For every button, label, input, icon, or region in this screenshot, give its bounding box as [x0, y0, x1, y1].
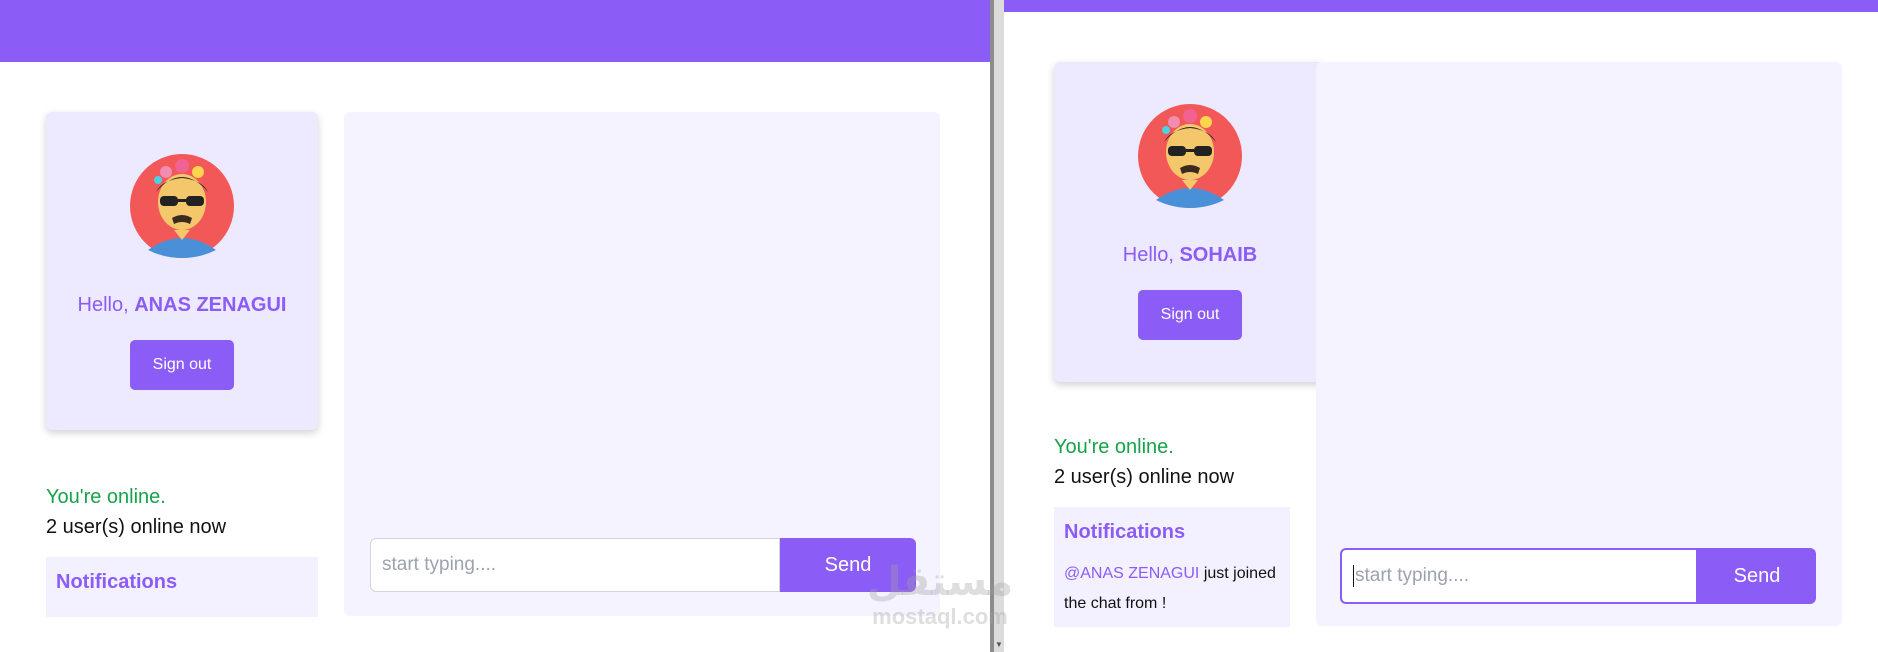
online-users-count: 2 user(s) online now — [46, 516, 227, 538]
user-name: SOHAIB — [1179, 244, 1258, 266]
notifications-title: Notifications — [1064, 521, 1186, 543]
scroll-down-icon[interactable]: ▼ — [994, 640, 1004, 650]
online-users-count: 2 user(s) online now — [1054, 466, 1235, 488]
content-area: Hello, ANAS ZENAGUI Sign out You're onli… — [0, 62, 990, 652]
watermark-arabic: مستقل — [866, 560, 1014, 604]
header-bar — [1004, 0, 1878, 12]
notifications-panel: Notifications — [46, 557, 318, 617]
sign-out-button[interactable]: Sign out — [1138, 290, 1242, 340]
message-input[interactable]: start typing.... — [370, 538, 780, 592]
message-placeholder: start typing.... — [382, 554, 497, 575]
notifications-title: Notifications — [56, 571, 178, 593]
sign-out-button[interactable]: Sign out — [130, 340, 234, 390]
notification-mention[interactable]: @ANAS ZENAGUI — [1064, 565, 1199, 582]
watermark: مستقل mostaql.com — [850, 560, 1030, 630]
greeting: Hello, ANAS ZENAGUI — [77, 294, 287, 316]
greeting: Hello, SOHAIB — [1122, 244, 1258, 266]
chat-panel: start typing.... Send — [1316, 62, 1842, 626]
message-input[interactable]: start typing.... — [1340, 548, 1698, 604]
message-placeholder: start typing.... — [1355, 565, 1470, 586]
profile-card: Hello, ANAS ZENAGUI Sign out — [46, 112, 318, 430]
online-status: You're online. — [46, 486, 166, 508]
user-avatar-icon — [1138, 104, 1242, 208]
right-window: Hello, SOHAIB Sign out You're online. 2 … — [1004, 0, 1878, 652]
left-window: Hello, ANAS ZENAGUI Sign out You're onli… — [0, 0, 990, 652]
watermark-latin: mostaql.com — [872, 604, 1008, 629]
user-name: ANAS ZENAGUI — [134, 294, 287, 316]
notification-item: @ANAS ZENAGUI just joined the chat from … — [1064, 559, 1284, 619]
notifications-panel: Notifications @ANAS ZENAGUI just joined … — [1054, 507, 1290, 627]
send-button[interactable]: Send — [1698, 548, 1816, 604]
user-avatar-icon — [130, 154, 234, 258]
online-status: You're online. — [1054, 436, 1174, 458]
profile-card: Hello, SOHAIB Sign out — [1054, 62, 1326, 382]
header-bar — [0, 0, 990, 62]
scrollbar[interactable] — [994, 0, 1004, 652]
text-caret — [1353, 565, 1354, 587]
chat-panel: start typing.... Send — [344, 112, 940, 616]
